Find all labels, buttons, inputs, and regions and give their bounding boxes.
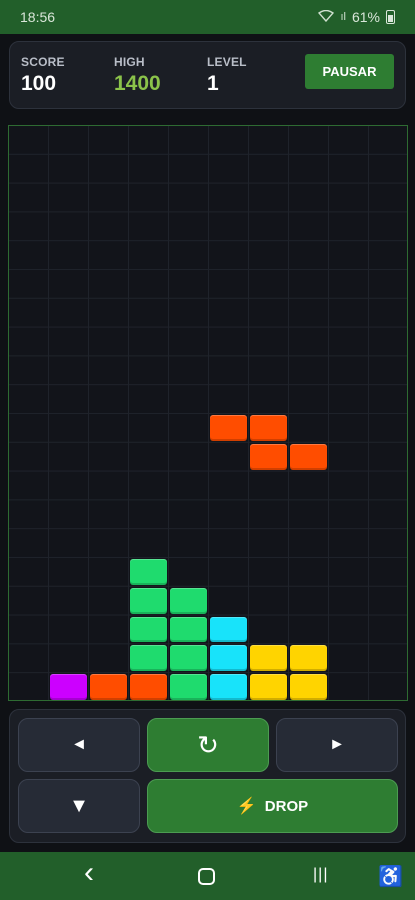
locked-block <box>170 616 207 643</box>
locked-block <box>130 559 167 585</box>
locked-block <box>250 674 287 700</box>
active-piece-block <box>250 415 287 441</box>
home-icon[interactable] <box>198 868 215 885</box>
back-icon[interactable]: ‹ <box>84 856 94 890</box>
locked-block <box>90 674 127 700</box>
game-board <box>8 125 408 701</box>
locked-block <box>170 587 207 614</box>
battery-icon <box>386 10 395 24</box>
high-label: HIGH <box>114 55 145 69</box>
high-stat: HIGH 1400 <box>114 55 161 96</box>
locked-block <box>130 587 167 614</box>
locked-block <box>50 674 87 700</box>
drop-label: DROP <box>264 797 309 815</box>
high-value: 1400 <box>114 72 161 95</box>
status-time: 18:56 <box>20 9 56 25</box>
status-icons: ıl 61% <box>318 9 395 25</box>
move-right-button[interactable]: ► <box>276 718 398 772</box>
level-label: LEVEL <box>207 55 247 69</box>
locked-block <box>290 674 327 700</box>
down-triangle-icon: ▼ <box>69 794 89 817</box>
locked-block <box>170 645 207 672</box>
locked-block <box>130 616 167 643</box>
hard-drop-button[interactable]: ⚡ DROP <box>147 779 398 833</box>
system-nav-bar: ‹ ||| ♿ <box>0 852 415 900</box>
soft-drop-button[interactable]: ▼ <box>18 779 140 833</box>
locked-block <box>290 645 327 672</box>
score-label: SCORE <box>21 55 65 69</box>
locked-block <box>130 645 167 672</box>
score-stat: SCORE 100 <box>21 55 65 96</box>
locked-block <box>210 616 247 643</box>
controls-panel: ◄ ↻ ► ▼ ⚡ DROP <box>9 709 406 843</box>
level-stat: LEVEL 1 <box>207 55 247 96</box>
battery-percent: 61% <box>351 9 380 25</box>
active-piece-block <box>210 415 247 441</box>
move-left-button[interactable]: ◄ <box>18 718 140 772</box>
active-piece-block <box>290 443 327 470</box>
locked-block <box>170 674 207 700</box>
locked-block <box>130 674 167 700</box>
pause-button[interactable]: PAUSAR <box>305 54 394 89</box>
level-value: 1 <box>207 72 219 95</box>
accessibility-icon[interactable]: ♿ <box>378 864 403 889</box>
right-triangle-icon: ► <box>329 736 345 753</box>
signal-icon: ıl <box>340 11 346 23</box>
left-triangle-icon: ◄ <box>71 736 87 753</box>
locked-block <box>210 645 247 672</box>
locked-block <box>250 645 287 672</box>
wifi-icon <box>318 9 335 25</box>
rotate-button[interactable]: ↻ <box>147 718 269 772</box>
recents-icon[interactable]: ||| <box>313 866 328 884</box>
status-bar: 18:56 ıl 61% <box>0 0 415 34</box>
active-piece-block <box>250 443 287 470</box>
lightning-icon: ⚡ <box>236 798 257 815</box>
score-panel: SCORE 100 HIGH 1400 LEVEL 1 PAUSAR <box>9 41 406 109</box>
locked-block <box>210 674 247 700</box>
rotate-icon: ↻ <box>197 729 219 760</box>
score-value: 100 <box>21 72 57 95</box>
